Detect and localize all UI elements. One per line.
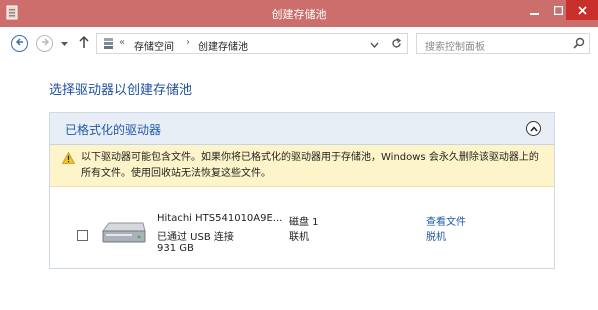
breadcrumb-storage-spaces[interactable]: 存储空间 xyxy=(134,38,174,53)
formatted-drives-panel: 已格式化的驱动器 以下驱动器可能包含文件。如果你将已格式化的驱动器用于存储池，W… xyxy=(49,112,555,269)
drive-connection: 已通过 USB 连接 xyxy=(157,232,234,243)
view-files-link[interactable]: 查看文件 xyxy=(426,213,466,228)
warning-icon xyxy=(61,151,76,167)
navigation-bar: « 存储空间 › 创建存储池 搜索控制面板 xyxy=(0,27,598,59)
storage-spaces-icon xyxy=(102,37,115,53)
title-bar: 创建存储池 xyxy=(0,0,598,27)
panel-title: 已格式化的驱动器 xyxy=(65,123,162,137)
drive-checkbox[interactable] xyxy=(77,230,88,241)
list-item: Hitachi HTS541010A9E... 已通过 USB 连接 931 G… xyxy=(50,188,554,268)
search-placeholder: 搜索控制面板 xyxy=(425,42,485,53)
drive-size: 931 GB xyxy=(157,243,194,254)
warning-text: 以下驱动器可能包含文件。如果你将已格式化的驱动器用于存储池，Windows 会永… xyxy=(81,152,539,179)
minimize-button[interactable] xyxy=(522,0,546,20)
disk-number: 磁盘 1 xyxy=(289,217,319,228)
back-arrow-icon xyxy=(15,37,25,50)
address-bar[interactable]: « 存储空间 › 创建存储池 xyxy=(96,33,408,54)
window-title: 创建存储池 xyxy=(271,8,327,21)
drive-name: Hitachi HTS541010A9E... xyxy=(157,213,283,224)
recent-pages-dropdown[interactable] xyxy=(61,39,68,50)
back-button[interactable] xyxy=(11,35,28,52)
disk-status: 联机 xyxy=(289,232,309,243)
refresh-icon[interactable] xyxy=(390,37,403,53)
warning-banner: 以下驱动器可能包含文件。如果你将已格式化的驱动器用于存储池，Windows 会永… xyxy=(50,145,554,187)
chevron-up-icon[interactable] xyxy=(526,121,541,136)
breadcrumb-separator-icon: › xyxy=(186,37,190,48)
page-title: 选择驱动器以创建存储池 xyxy=(49,83,193,98)
take-offline-link[interactable]: 脱机 xyxy=(426,228,446,243)
hard-drive-icon xyxy=(99,221,147,248)
address-dropdown-button[interactable] xyxy=(370,40,379,51)
breadcrumb-chevron-icon: « xyxy=(119,37,126,48)
forward-arrow-icon xyxy=(40,37,50,50)
forward-button[interactable] xyxy=(36,35,53,52)
search-input[interactable]: 搜索控制面板 xyxy=(416,33,590,54)
up-arrow-icon[interactable] xyxy=(79,35,89,52)
close-button[interactable] xyxy=(566,0,598,20)
breadcrumb-create-pool[interactable]: 创建存储池 xyxy=(198,38,248,53)
search-icon[interactable] xyxy=(573,37,585,52)
panel-header[interactable]: 已格式化的驱动器 xyxy=(50,113,554,145)
